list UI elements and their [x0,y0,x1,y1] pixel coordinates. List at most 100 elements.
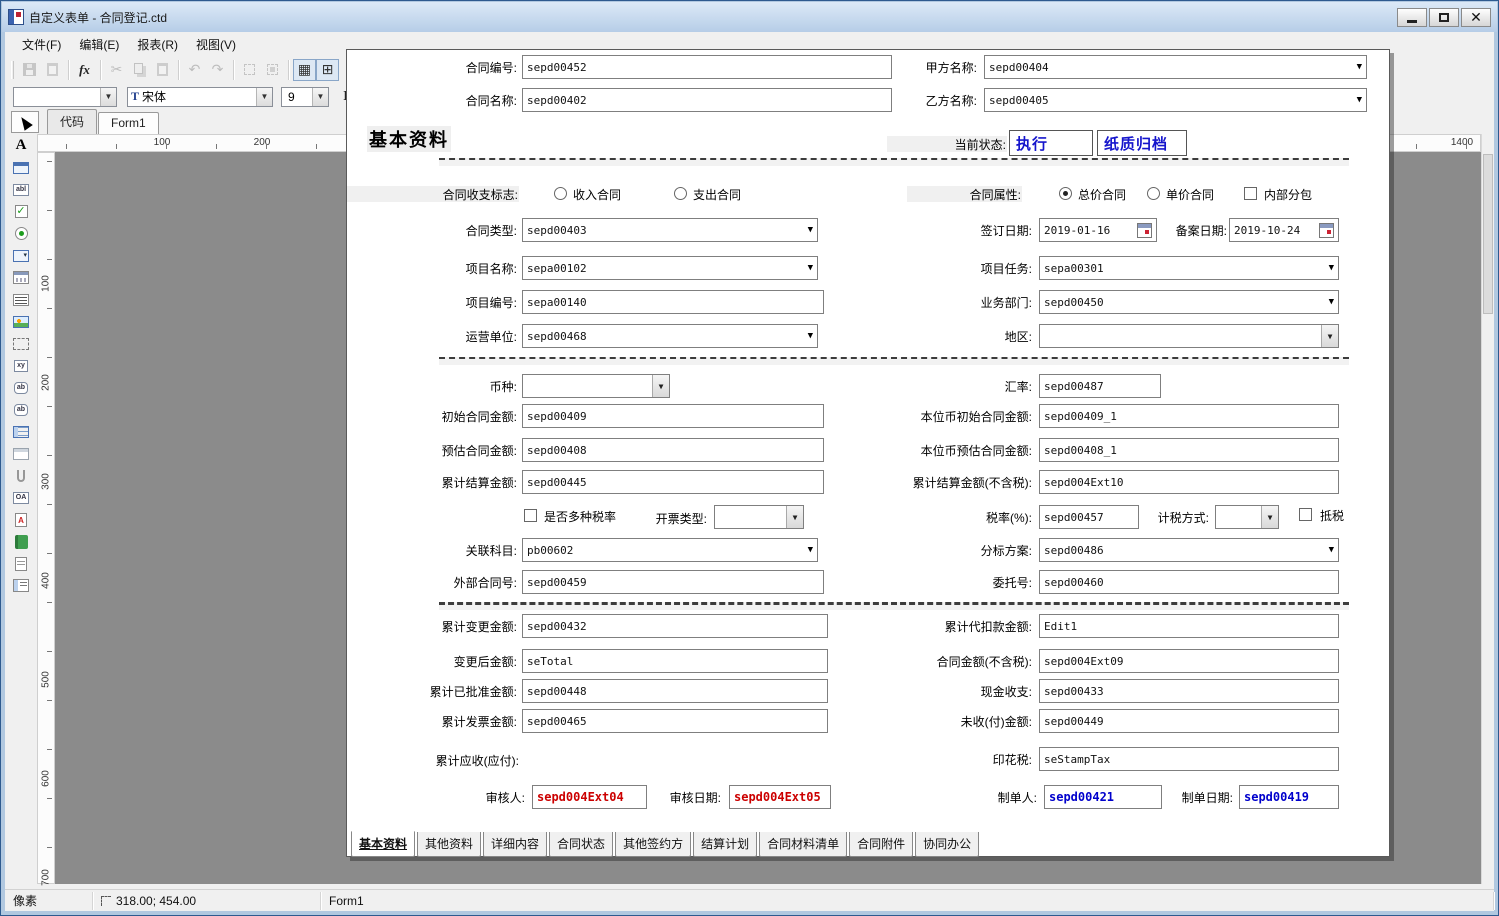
tab-form1[interactable]: Form1 [98,112,159,134]
toolbox-oa-tool[interactable]: OA [9,487,33,508]
calendar-icon[interactable] [1319,223,1334,238]
toolbox-maskedit-tool[interactable]: ab [9,399,33,420]
dropdown-arrow-icon[interactable]: ▼ [786,506,803,528]
split-plan-combo[interactable]: sepd00486▼ [1039,538,1339,562]
income-radio[interactable] [554,187,567,200]
send-back-button[interactable] [261,59,284,81]
font-family-select[interactable]: T 宋体 ▼ [127,87,273,107]
page-tab-other-info[interactable]: 其他资料 [417,832,481,857]
calendar-icon[interactable] [1137,223,1152,238]
invoice-type-combo[interactable]: ▼ [714,505,804,529]
function-button[interactable]: fx [73,59,96,81]
internal-subcontract-checkbox[interactable] [1244,187,1257,200]
toolbox-frame-tool[interactable] [9,333,33,354]
dropdown-arrow-icon[interactable]: ▼ [808,225,813,235]
project-task-combo[interactable]: sepa00301▼ [1039,256,1339,280]
total-price-radio[interactable] [1059,187,1072,200]
toolbox-label-tool[interactable]: A [9,135,33,156]
region-combo[interactable]: ▼ [1039,324,1339,348]
entrust-no-input[interactable]: sepd00460 [1039,570,1339,594]
toolbox-notebook-tool[interactable] [9,531,33,552]
dropdown-arrow-icon[interactable]: ▼ [312,88,328,106]
menu-report[interactable]: 报表(R) [128,33,187,56]
dropdown-arrow-icon[interactable]: ▼ [1261,506,1278,528]
vertical-scrollbar[interactable] [1481,134,1494,884]
multi-tax-checkbox[interactable] [524,509,537,522]
undo-button[interactable]: ↶ [183,59,206,81]
copy-button[interactable] [128,59,151,81]
audit-date-input[interactable]: sepd004Ext05 [729,785,831,809]
bring-front-button[interactable] [238,59,261,81]
exchange-rate-input[interactable]: sepd00487 [1039,374,1161,398]
page-tab-status[interactable]: 合同状态 [549,832,613,857]
unreceived-amount-input[interactable]: sepd00449 [1039,709,1339,733]
dropdown-arrow-icon[interactable]: ▼ [1329,545,1334,555]
paste-button[interactable] [151,59,174,81]
toolbox-edit-tool[interactable]: ab [9,377,33,398]
dropdown-arrow-icon[interactable]: ▼ [100,88,116,106]
expense-radio[interactable] [674,187,687,200]
select-tool[interactable] [11,111,39,133]
dropdown-arrow-icon[interactable]: ▼ [1357,62,1362,72]
page-tab-attachments[interactable]: 合同附件 [849,832,913,857]
auditor-input[interactable]: sepd004Ext04 [532,785,647,809]
form-design-surface[interactable]: 合同编号: sepd00452 甲方名称: sepd00404▼ 合同名称: s… [346,49,1390,857]
toolbox-image-tool[interactable] [9,311,33,332]
object-selector[interactable]: ▼ [13,87,117,107]
page-tab-material-list[interactable]: 合同材料清单 [759,832,847,857]
menu-file[interactable]: 文件(F) [13,33,70,56]
snap-grid-button[interactable]: ⊞ [316,59,339,81]
page-tab-settlement-plan[interactable]: 结算计划 [693,832,757,857]
stamp-tax-input[interactable]: seStampTax [1039,747,1339,771]
contract-type-combo[interactable]: sepd00403▼ [522,218,818,242]
toolbox-checkbox-tool[interactable]: ✓ [9,201,33,222]
page-tab-basic[interactable]: 基本资料 [351,831,415,857]
show-grid-button[interactable]: ▦ [293,59,316,81]
toolbox-grid-tool[interactable] [9,421,33,442]
dropdown-arrow-icon[interactable]: ▼ [1321,325,1338,347]
menu-view[interactable]: 视图(V) [187,33,245,56]
amount-notax-input[interactable]: sepd004Ext09 [1039,649,1339,673]
toolbox-attachment-tool[interactable] [9,465,33,486]
menu-edit[interactable]: 编辑(E) [70,33,128,56]
page-tab-other-parties[interactable]: 其他签约方 [615,832,691,857]
page-tab-detail[interactable]: 详细内容 [483,832,547,857]
sign-date-input[interactable]: 2019-01-16 [1039,218,1157,242]
toolbox-document-tool[interactable] [9,553,33,574]
cut-button[interactable]: ✂ [105,59,128,81]
biz-dept-combo[interactable]: sepd00450▼ [1039,290,1339,314]
dropdown-arrow-icon[interactable]: ▼ [1329,297,1334,307]
redo-button[interactable]: ↷ [206,59,229,81]
open-button[interactable] [41,59,64,81]
toolbox-richtext-tool[interactable]: A [9,509,33,530]
save-button[interactable] [18,59,41,81]
creator-input[interactable]: sepd00421 [1044,785,1162,809]
tax-method-combo[interactable]: ▼ [1215,505,1279,529]
scrollbar-thumb[interactable] [1483,154,1493,314]
toolbox-window-tool[interactable] [9,443,33,464]
base-initial-amount-input[interactable]: sepd00409_1 [1039,404,1339,428]
tab-code[interactable]: 代码 [47,109,97,134]
withhold-amount-input[interactable]: Edit1 [1039,614,1339,638]
toolbox-detail-tool[interactable] [9,575,33,596]
toolbox-xy-tool[interactable]: xy [9,355,33,376]
toolbox-radio-tool[interactable] [9,223,33,244]
party-b-combo[interactable]: sepd00405▼ [984,88,1367,112]
toolbox-textbox-tool[interactable]: abl [9,179,33,200]
close-button[interactable]: ✕ [1461,8,1491,27]
toolbox-datepicker-tool[interactable] [9,267,33,288]
toolbox-memo-tool[interactable] [9,289,33,310]
dropdown-arrow-icon[interactable]: ▼ [1357,95,1362,105]
record-date-input[interactable]: 2019-10-24 [1229,218,1339,242]
currency-combo[interactable]: ▼ [522,374,670,398]
toolbox-combobox-tool[interactable]: ▾ [9,245,33,266]
tax-deduct-checkbox[interactable] [1299,508,1312,521]
create-date-input[interactable]: sepd00419 [1239,785,1339,809]
page-tab-collaboration[interactable]: 协同办公 [915,832,979,857]
minimize-button[interactable] [1397,8,1427,27]
dropdown-arrow-icon[interactable]: ▼ [652,375,669,397]
cash-flow-input[interactable]: sepd00433 [1039,679,1339,703]
maximize-button[interactable] [1429,8,1459,27]
tax-rate-input[interactable]: sepd00457 [1039,505,1139,529]
font-size-select[interactable]: 9 ▼ [281,87,329,107]
